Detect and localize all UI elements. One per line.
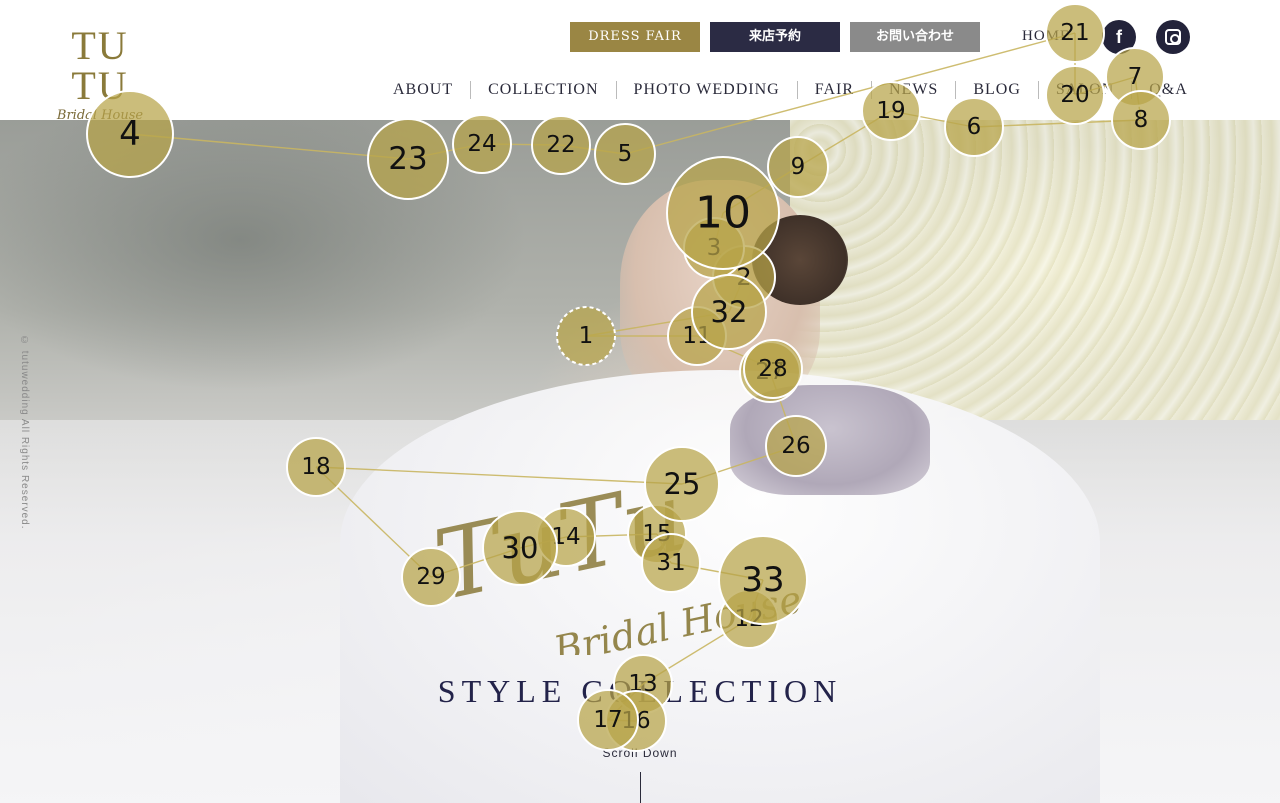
site-header: TU TU Bridal House DRESS FAIR 来店予約 お問い合わ… bbox=[0, 0, 1280, 124]
hero-script-logo: TuTu Bridal House bbox=[430, 465, 806, 655]
scroll-indicator-line bbox=[640, 772, 641, 803]
nav-item-salon[interactable]: SALON bbox=[1037, 81, 1131, 99]
logo-wordmark: TU TU bbox=[71, 23, 129, 108]
hero-section: TuTu Bridal House STYLE COLLECTION Scrol… bbox=[0, 120, 1280, 803]
nav-item-qa[interactable]: Q&A bbox=[1131, 81, 1205, 99]
camera-glyph bbox=[1165, 29, 1181, 45]
nav-item-news[interactable]: NEWS bbox=[871, 81, 955, 99]
main-nav: ABOUT COLLECTION PHOTO WEDDING FAIR NEWS… bbox=[380, 78, 1205, 102]
scroll-down-link[interactable]: Scroll Down bbox=[0, 746, 1280, 760]
nav-item-fair[interactable]: FAIR bbox=[796, 81, 871, 99]
hero-rose-wall bbox=[790, 120, 1280, 420]
dress-fair-button[interactable]: DRESS FAIR bbox=[570, 22, 700, 52]
facebook-icon[interactable]: f bbox=[1102, 20, 1136, 54]
contact-button[interactable]: お問い合わせ bbox=[850, 22, 980, 52]
home-link[interactable]: HOME bbox=[1022, 28, 1070, 45]
visit-reservation-button[interactable]: 来店予約 bbox=[710, 22, 840, 52]
nav-item-blog[interactable]: BLOG bbox=[955, 81, 1038, 99]
nav-item-about[interactable]: ABOUT bbox=[380, 81, 470, 99]
copyright-text: © tutuwedding All Rights Reserved. bbox=[19, 335, 30, 530]
nav-item-photo-wedding[interactable]: PHOTO WEDDING bbox=[615, 81, 797, 99]
site-logo[interactable]: TU TU Bridal House bbox=[40, 23, 160, 124]
instagram-icon[interactable] bbox=[1156, 20, 1190, 54]
logo-subtitle: Bridal House bbox=[56, 108, 144, 123]
nav-item-collection[interactable]: COLLECTION bbox=[470, 81, 615, 99]
hero-bride-hair bbox=[752, 215, 848, 305]
script-logo-main: TuTu bbox=[430, 465, 695, 622]
page-title: STYLE COLLECTION bbox=[437, 673, 843, 709]
